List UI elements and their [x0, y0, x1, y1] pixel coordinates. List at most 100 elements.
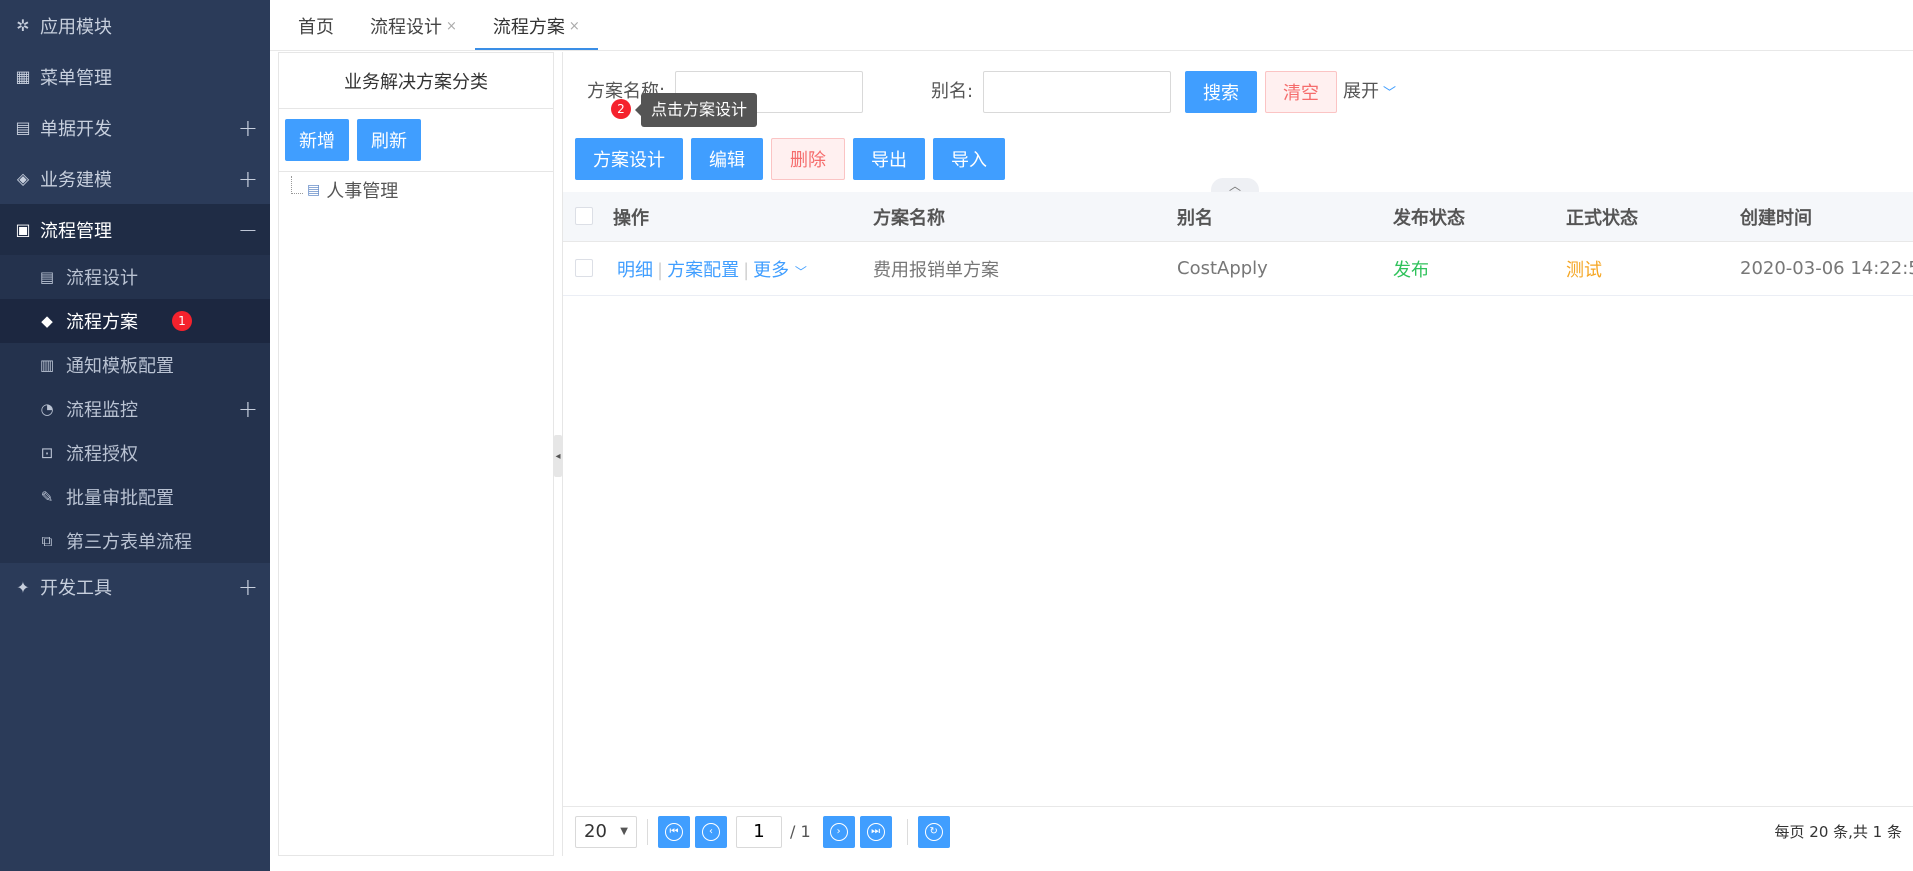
more-label: 更多 — [753, 259, 790, 281]
sidebar-item-business-modeling[interactable]: ◈ 业务建模 + — [0, 153, 270, 204]
prev-page-icon: ‹ — [702, 822, 720, 841]
edit-button[interactable]: 编辑 — [691, 138, 763, 180]
first-page-button[interactable]: ⏮ — [658, 815, 690, 848]
action-toolbar: 方案设计 编辑 删除 导出 导入 — [575, 138, 1005, 180]
pagination: 20 ▼ ⏮ ‹ / 1 › ⏭ ↻ 每页 20 条,共 1 条 — [563, 806, 1913, 856]
sidebar-subitem-label: 通知模板配置 — [66, 356, 174, 377]
template-icon: ▥ — [39, 356, 55, 374]
close-icon[interactable]: × — [446, 19, 457, 34]
sidebar-subitem-third-party-form[interactable]: ⧉ 第三方表单流程 — [0, 519, 270, 563]
document-icon: ▤ — [15, 118, 31, 137]
refresh-icon: ↻ — [924, 822, 943, 841]
collapse-search-handle[interactable]: ︿ — [1211, 178, 1259, 193]
cell-formal-status: 测试 — [1566, 259, 1602, 281]
sidebar-item-workflow-management[interactable]: ▣ 流程管理 − — [0, 204, 270, 255]
expand-plus-icon[interactable]: + — [238, 165, 258, 193]
tab-workflow-design[interactable]: 流程设计 × — [352, 2, 475, 50]
first-page-icon: ⏮ — [665, 822, 683, 841]
panel-splitter-handle[interactable]: ◂ — [554, 435, 562, 477]
delete-button[interactable]: 删除 — [771, 138, 845, 180]
sidebar-subitem-label: 第三方表单流程 — [66, 532, 192, 553]
category-panel-title: 业务解决方案分类 — [279, 53, 553, 109]
search-form: 方案名称: 别名: 搜索 清空 展开 ﹀ — [563, 70, 1913, 114]
page-number-input[interactable] — [736, 815, 782, 848]
sidebar-subitem-label: 批量审批配置 — [66, 488, 174, 509]
tab-workflow-scheme[interactable]: 流程方案 × — [474, 2, 598, 50]
sidebar-item-app-module[interactable]: ✲ 应用模块 — [0, 0, 270, 51]
tab-bar: 首页 流程设计 × 流程方案 × — [270, 0, 1913, 51]
sidebar-subitem-workflow-monitor[interactable]: ◔ 流程监控 + — [0, 387, 270, 431]
column-header-alias[interactable]: 别名 — [1177, 204, 1213, 230]
scheme-config-link[interactable]: 方案配置 — [667, 260, 739, 281]
caret-down-icon: ▼ — [620, 826, 628, 837]
step-badge: 2 — [611, 99, 631, 119]
step-badge: 1 — [172, 311, 192, 331]
row-checkbox[interactable] — [575, 259, 593, 277]
divider — [647, 818, 648, 845]
prev-page-button[interactable]: ‹ — [695, 815, 727, 848]
column-header-publish-status[interactable]: 发布状态 — [1393, 204, 1465, 230]
chevron-down-icon: ﹀ — [1383, 86, 1397, 101]
sidebar-subitem-batch-approval[interactable]: ✎ 批量审批配置 — [0, 475, 270, 519]
file-icon: ▤ — [39, 268, 55, 286]
scheme-design-button[interactable]: 方案设计 — [575, 138, 683, 180]
main-content: 方案名称: 别名: 搜索 清空 展开 ﹀ 2 点击方案设计 方案设计 编辑 删除 … — [562, 52, 1913, 856]
table-header: 操作 方案名称 别名 发布状态 正式状态 创建时间 — [563, 192, 1913, 242]
collapse-minus-icon[interactable]: − — [238, 216, 258, 244]
import-button[interactable]: 导入 — [933, 138, 1005, 180]
clear-button[interactable]: 清空 — [1265, 71, 1337, 113]
search-button[interactable]: 搜索 — [1185, 71, 1257, 113]
column-header-name[interactable]: 方案名称 — [873, 204, 945, 230]
monitor-icon: ◔ — [40, 400, 54, 418]
reload-button[interactable]: ↻ — [917, 815, 950, 848]
cell-created-time: 2020-03-06 14:22:5 — [1740, 258, 1913, 279]
sidebar-subitem-label: 流程方案 — [66, 312, 138, 333]
tree-node-label: 人事管理 — [326, 181, 399, 202]
tree-node[interactable]: ▤ 人事管理 — [279, 172, 553, 208]
page-size-select[interactable]: 20 ▼ — [575, 815, 637, 848]
cell-publish-status: 发布 — [1393, 259, 1429, 281]
sidebar-subitem-workflow-scheme[interactable]: ◆ 流程方案 1 — [0, 299, 270, 343]
expand-plus-icon[interactable]: + — [238, 395, 258, 423]
tab-home[interactable]: 首页 — [280, 2, 352, 50]
category-panel: 业务解决方案分类 新增 刷新 ▤ 人事管理 — [278, 52, 554, 856]
folder-doc-icon: ▤ — [307, 182, 321, 198]
next-page-button[interactable]: › — [822, 815, 855, 848]
sidebar-item-dev-tools[interactable]: ✦ 开发工具 + — [0, 563, 270, 611]
expand-toggle[interactable]: 展开 ﹀ — [1343, 70, 1396, 116]
sidebar-item-menu-management[interactable]: ▦ 菜单管理 — [0, 51, 270, 102]
alias-input[interactable] — [983, 71, 1171, 113]
sidebar: ✲ 应用模块 ▦ 菜单管理 ▤ 单据开发 + ◈ 业务建模 + ▣ 流程管理 −… — [0, 0, 270, 871]
table-row[interactable]: 明细 | 方案配置 | 更多 ﹀ 费用报销单方案 CostApply 发布 测试 202… — [563, 242, 1913, 296]
close-icon[interactable]: × — [569, 19, 580, 34]
app-module-icon: ✲ — [16, 16, 30, 35]
alias-label: 别名: — [931, 81, 974, 102]
more-dropdown[interactable]: 更多 ﹀ — [753, 260, 807, 281]
column-header-created-time[interactable]: 创建时间 — [1740, 204, 1812, 230]
expand-plus-icon[interactable]: + — [238, 114, 258, 142]
last-page-button[interactable]: ⏭ — [859, 815, 892, 848]
separator: | — [743, 259, 750, 281]
export-button[interactable]: 导出 — [853, 138, 925, 180]
select-all-checkbox[interactable] — [575, 207, 593, 225]
sidebar-subitem-label: 流程监控 — [66, 400, 138, 421]
detail-link[interactable]: 明细 — [617, 260, 653, 281]
sidebar-subitem-notice-template[interactable]: ▥ 通知模板配置 — [0, 343, 270, 387]
total-pages: / 1 — [790, 822, 811, 841]
next-page-icon: › — [829, 822, 848, 841]
flow-icon: ⧉ — [41, 532, 53, 550]
scheme-table: 操作 方案名称 别名 发布状态 正式状态 创建时间 明细 | 方案配置 | 更多 ﹀ 费… — [563, 192, 1913, 296]
refresh-button[interactable]: 刷新 — [357, 119, 421, 161]
sidebar-item-label: 开发工具 — [40, 578, 112, 599]
last-page-icon: ⏭ — [866, 822, 885, 841]
authorize-icon: ⊡ — [40, 444, 54, 462]
column-header-formal-status[interactable]: 正式状态 — [1566, 204, 1638, 230]
sidebar-subitem-workflow-design[interactable]: ▤ 流程设计 — [0, 255, 270, 299]
sidebar-item-form-development[interactable]: ▤ 单据开发 + — [0, 102, 270, 153]
cell-alias: CostApply — [1177, 258, 1268, 279]
add-category-button[interactable]: 新增 — [285, 119, 349, 161]
expand-plus-icon[interactable]: + — [238, 573, 258, 601]
tab-label: 流程方案 — [492, 17, 565, 38]
grid-icon: ▦ — [15, 67, 31, 86]
sidebar-subitem-workflow-authorize[interactable]: ⊡ 流程授权 — [0, 431, 270, 475]
